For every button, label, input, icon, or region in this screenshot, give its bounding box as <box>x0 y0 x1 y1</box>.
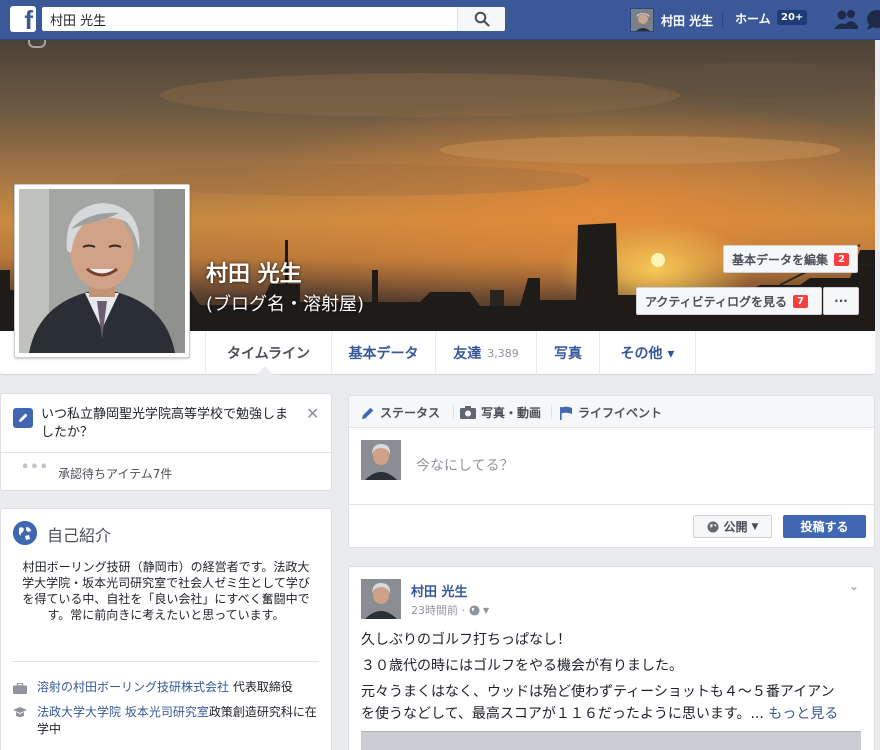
divider <box>1 452 331 453</box>
friend-requests-icon[interactable] <box>833 8 859 34</box>
tab-timeline-label: タイムライン <box>226 346 311 362</box>
briefcase-icon <box>13 683 27 694</box>
tab-about-label: 基本データ <box>348 346 419 362</box>
school-icon <box>13 707 27 717</box>
tab-photos-label: 写真 <box>554 346 582 362</box>
post-button[interactable]: 投稿する <box>783 515 866 538</box>
chevron-down-icon: ▼ <box>751 521 759 532</box>
nav-user-name: 村田 光生 <box>661 13 714 28</box>
composer-tab-photo-label: 写真・動画 <box>481 406 542 420</box>
activity-log-badge: 7 <box>792 294 808 308</box>
nav-divider <box>722 12 723 28</box>
search-icon <box>474 11 490 27</box>
post-author-avatar[interactable] <box>361 579 401 619</box>
post-text-line: 元々うまくはなく、ウッドは殆ど使わずティーショットも４～５番アイアン <box>361 684 835 700</box>
post-text-line: ３０歳代の時にはゴルフをやる機会が有りました。 <box>361 658 683 674</box>
home-notification-badge: 20+ <box>777 10 808 25</box>
tab-more[interactable]: その他 ▾ <box>600 331 696 375</box>
see-more-link[interactable]: もっと見る <box>768 706 838 722</box>
search-input[interactable] <box>42 7 457 31</box>
pending-items-link[interactable]: 承認待ちアイテム7件 <box>58 465 172 482</box>
activity-log-button[interactable]: アクティビティログを見る 7 <box>636 287 822 315</box>
profile-question-text[interactable]: いつ私立静岡聖光学院高等学校で勉強しましたか？ <box>41 406 291 442</box>
profile-photo <box>19 189 185 353</box>
globe-icon <box>13 521 37 545</box>
edit-profile-badge: 2 <box>834 252 849 266</box>
timeline-post: 村田 光生 23時間前 · ▼ ⌄ 久しぶりのゴルフ打ちっぱなし！ ３０歳代の時… <box>348 566 875 750</box>
edit-profile-label: 基本データを編集 <box>732 252 829 267</box>
post-text-line: 久しぶりのゴルフ打ちっぱなし！ <box>361 632 571 648</box>
post-button-label: 投稿する <box>800 520 849 534</box>
camera-icon <box>460 406 476 419</box>
tab-photos[interactable]: 写真 <box>537 331 600 375</box>
nav-home-link[interactable]: ホーム <box>735 10 771 27</box>
privacy-selector-button[interactable]: 公開 ▼ <box>693 515 772 538</box>
close-icon[interactable]: ✕ <box>306 404 319 423</box>
post-image[interactable] <box>361 731 861 750</box>
flag-icon <box>560 406 572 420</box>
pending-dots-icon: ••• <box>21 460 49 475</box>
composer-tab-life-event[interactable]: ライフイベント <box>559 404 662 421</box>
tab-friends-label: 友達 <box>453 346 482 362</box>
active-tab-caret <box>257 366 273 375</box>
profile-subtitle: (ブログ名・溶射屋) <box>206 294 365 315</box>
nav-profile-link[interactable]: 村田 光生 <box>630 6 713 34</box>
tab-friends[interactable]: 友達 3,389 <box>436 331 537 375</box>
search-button[interactable] <box>457 7 505 31</box>
profile-name: 村田 光生 <box>206 262 302 287</box>
composer-avatar <box>361 440 401 480</box>
pencil-icon <box>13 408 33 428</box>
composer-tab-status[interactable]: ステータス <box>361 404 440 421</box>
pencil-icon <box>362 407 374 419</box>
tab-about[interactable]: 基本データ <box>332 331 436 375</box>
edit-profile-button[interactable]: 基本データを編集 2 <box>723 245 858 273</box>
divider <box>453 405 454 419</box>
intro-card: 自己紹介 村田ボーリング技研（静岡市）の経営者です。法政大学大学院・坂本光司研究… <box>0 508 332 750</box>
work-company-link[interactable]: 溶射の村田ボーリング技研株式会社 <box>37 680 229 694</box>
post-options-chevron-icon[interactable]: ⌄ <box>849 579 859 593</box>
friends-count: 3,389 <box>487 346 519 360</box>
composer-footer: 公開 ▼ 投稿する <box>349 504 874 544</box>
top-navigation-bar: f 村田 光生 ホーム 20+ <box>0 0 880 40</box>
post-author-name[interactable]: 村田 光生 <box>411 581 468 600</box>
composer-tabs: ステータス 写真・動画 ライフイベント <box>349 396 874 428</box>
globe-icon <box>707 521 719 532</box>
more-options-button[interactable]: ··· <box>823 287 859 315</box>
chevron-down-icon[interactable]: ▼ <box>483 606 489 615</box>
profile-picture[interactable] <box>14 184 190 358</box>
post-meta: 23時間前 · ▼ <box>411 602 489 618</box>
privacy-selector-label: 公開 <box>723 520 748 534</box>
composer-tab-photo[interactable]: 写真・動画 <box>460 404 541 421</box>
nav-avatar <box>630 8 654 32</box>
post-composer: ステータス 写真・動画 ライフイベント 今なにしてる？ 公開 ▼ 投稿する <box>348 395 875 548</box>
education-school-link[interactable]: 法政大学大学院 坂本光司研究室 <box>37 705 209 719</box>
profile-question-card: いつ私立静岡聖光学院高等学校で勉強しましたか？ ✕ ••• 承認待ちアイテム7件 <box>0 393 332 491</box>
cover-camera-icon[interactable] <box>28 40 46 48</box>
divider <box>11 661 319 662</box>
intro-education-row: 法政大学大学院 坂本光司研究室政策創造研究科に在学中 <box>37 704 317 738</box>
post-text-line: を使うなどして、最高スコアが１１６だったように思います。... もっと見る <box>361 703 861 725</box>
intro-description: 村田ボーリング技研（静岡市）の経営者です。法政大学大学院・坂本光司研究室で社会人… <box>22 560 310 622</box>
work-role: 代表取締役 <box>229 680 293 694</box>
intro-title: 自己紹介 <box>47 526 112 545</box>
globe-icon[interactable] <box>469 604 480 616</box>
composer-input[interactable]: 今なにしてる？ <box>416 455 514 475</box>
search-box <box>42 7 505 31</box>
post-text-line-end: を使うなどして、最高スコアが１１６だったように思います。... <box>361 706 764 722</box>
activity-log-label: アクティビティログを見る <box>645 294 787 309</box>
facebook-logo[interactable]: f <box>10 6 36 32</box>
more-options-label: ··· <box>834 294 848 308</box>
composer-tab-life-event-label: ライフイベント <box>578 406 663 420</box>
post-timestamp[interactable]: 23時間前 · <box>411 602 465 618</box>
messages-icon[interactable] <box>866 9 880 35</box>
composer-tab-status-label: ステータス <box>380 406 441 420</box>
divider <box>551 405 552 419</box>
tab-more-label: その他 ▾ <box>620 346 675 362</box>
intro-work-row: 溶射の村田ボーリング技研株式会社 代表取締役 <box>37 679 317 696</box>
